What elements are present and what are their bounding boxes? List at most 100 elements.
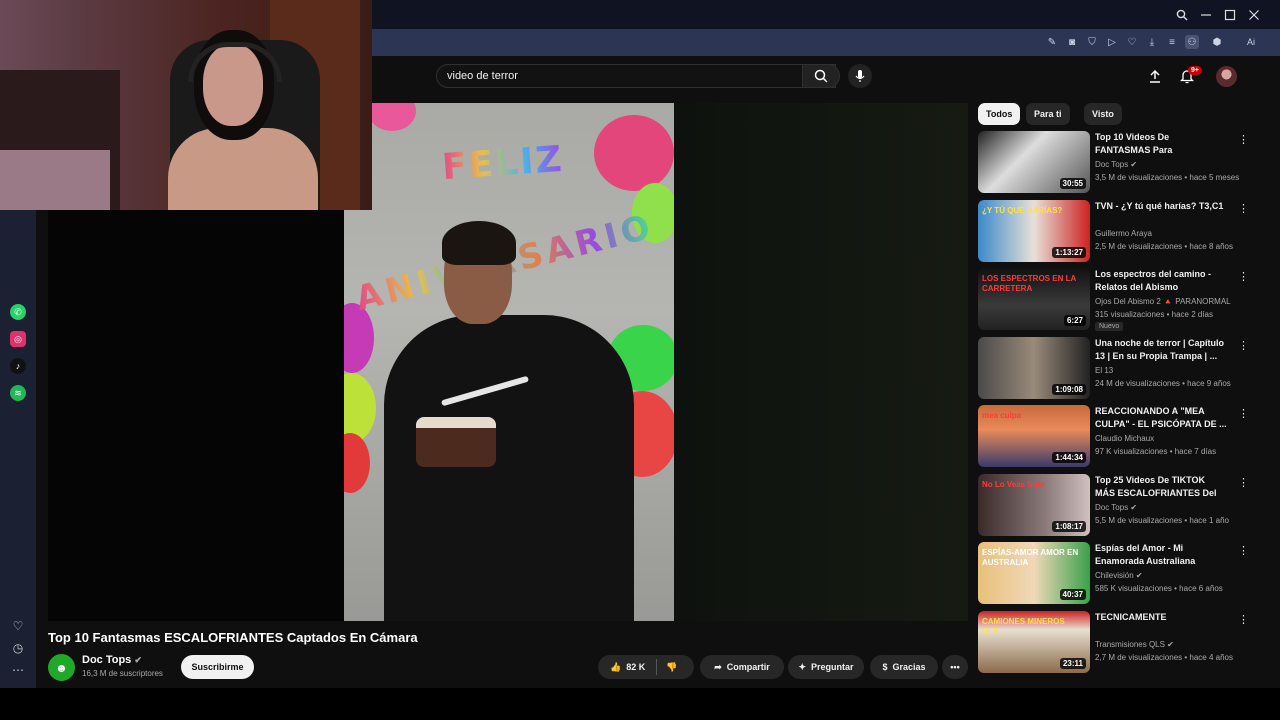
recommendation-channel[interactable]: Chilevisión ✔ <box>1095 571 1143 580</box>
recommendation-channel[interactable]: Ojos Del Abismo 2 🔺 PARANORMAL <box>1095 297 1231 306</box>
recommendation-channel[interactable]: Doc Tops ✔ <box>1095 503 1137 512</box>
recommendation-title[interactable]: Top 10 Videos De FANTASMAS Para ASUSTART… <box>1095 131 1227 157</box>
duration-badge: 1:09:08 <box>1052 384 1086 395</box>
thumbnail-text: LOS ESPECTROS EN LA CARRETERA <box>982 274 1076 293</box>
recommendation-item[interactable]: LOS ESPECTROS EN LA CARRETERA 6:27 Los esp… <box>978 268 1254 331</box>
recommendation-item[interactable]: 1:09:08 Una noche de terror | Capítulo 13… <box>978 337 1254 399</box>
recommendation-title[interactable]: Los espectros del camino - Relatos del A… <box>1095 268 1227 294</box>
duration-badge: 30:55 <box>1059 178 1086 189</box>
more-options-icon[interactable]: ⋮ <box>1238 339 1249 352</box>
balloon <box>594 115 674 191</box>
recommendation-channel[interactable]: Guillermo Araya <box>1095 229 1152 238</box>
video-thumbnail[interactable]: CAMIONES MINEROS QLS 23:11 <box>978 611 1090 673</box>
edit-icon[interactable]: ✎ <box>1045 35 1059 49</box>
video-thumbnail[interactable]: ESPÍAS-AMOR AMOR EN AUSTRALIA 40:37 <box>978 542 1090 604</box>
search-icon[interactable] <box>1173 6 1191 24</box>
maximize-icon[interactable] <box>1221 6 1239 24</box>
more-options-icon[interactable]: ⋮ <box>1238 613 1249 626</box>
subscribe-button[interactable]: Suscribirme <box>181 655 254 679</box>
video-frame[interactable]: FELIZ ANIVERSARIO <box>344 103 674 621</box>
recommendation-item[interactable]: No Lo Veas Solo 1:08:17 Top 25 Videos De T… <box>978 474 1254 536</box>
search-bar[interactable]: video de terror ✕ <box>436 64 836 88</box>
user-avatar[interactable] <box>1216 66 1237 87</box>
share-label: Compartir <box>726 662 770 672</box>
recommendation-item[interactable]: ¿Y TÚ QUÉ HARÍAS? 1:13:27 TVN - ¿Y tú qué … <box>978 200 1254 262</box>
recommendation-meta: 97 K visualizaciones • hace 7 días <box>1095 447 1217 456</box>
recommendation-title[interactable]: Espías del Amor - Mi Enamorada Australia… <box>1095 542 1227 568</box>
video-thumbnail[interactable]: mea culpa 1:44:34 <box>978 405 1090 467</box>
more-options-icon[interactable]: ⋮ <box>1238 270 1249 283</box>
like-icon[interactable]: 👍 <box>610 662 621 673</box>
shield-icon[interactable]: ⛉ <box>1085 35 1099 49</box>
more-options-icon[interactable]: ⋮ <box>1238 407 1249 420</box>
like-count[interactable]: 82 K <box>626 662 645 672</box>
channel-avatar[interactable]: ☻ <box>48 654 75 681</box>
channel-name[interactable]: Doc Tops ✔ <box>82 654 142 666</box>
share-button[interactable]: ➦ Compartir <box>700 655 784 679</box>
video-thumbnail[interactable]: LOS ESPECTROS EN LA CARRETERA 6:27 <box>978 268 1090 330</box>
thumbnail-text: No Lo Veas Solo <box>982 480 1045 489</box>
more-options-icon[interactable]: ⋮ <box>1238 133 1249 146</box>
search-input[interactable]: video de terror <box>447 70 518 82</box>
heart-icon[interactable]: ♡ <box>10 618 26 634</box>
chip-todos[interactable]: Todos <box>978 103 1021 125</box>
thumbnail-text: ESPÍAS-AMOR AMOR EN AUSTRALIA <box>982 548 1079 567</box>
duration-badge: 1:08:17 <box>1052 521 1086 532</box>
whatsapp-icon[interactable]: ✆ <box>10 304 26 320</box>
thanks-button[interactable]: $ Gracias <box>870 655 938 679</box>
recommendation-channel[interactable]: Transmisiones QLS ✔ <box>1095 640 1174 649</box>
more-options-icon[interactable]: ⋮ <box>1238 476 1249 489</box>
instagram-icon[interactable]: ◎ <box>10 331 26 347</box>
chip-visto[interactable]: Visto <box>1084 103 1122 125</box>
webcam-overlay <box>0 0 372 210</box>
recommendation-item[interactable]: mea culpa 1:44:34 REACCIONANDO A "MEA CULP… <box>978 405 1254 467</box>
recommendation-item[interactable]: ESPÍAS-AMOR AMOR EN AUSTRALIA 40:37 Espías… <box>978 542 1254 604</box>
upload-icon[interactable] <box>1145 66 1165 86</box>
recommendation-title[interactable]: TVN - ¿Y tú qué harías? T3,C1 <box>1095 200 1227 213</box>
microphone-icon[interactable] <box>848 64 872 88</box>
recommendation-title[interactable]: REACCIONANDO A "MEA CULPA" - EL PSICÓPAT… <box>1095 405 1227 431</box>
chip-para-ti[interactable]: Para ti <box>1026 103 1070 125</box>
more-actions-button[interactable]: ••• <box>942 655 968 679</box>
recommendation-title[interactable]: Top 25 Videos De TIKTOK MÁS ESCALOFRIANT… <box>1095 474 1227 500</box>
heart-icon[interactable]: ♡ <box>1125 35 1139 49</box>
recommendation-title[interactable]: Una noche de terror | Capítulo 13 | En s… <box>1095 337 1227 363</box>
tiktok-icon[interactable]: ♪ <box>10 358 26 374</box>
video-thumbnail[interactable]: ¿Y TÚ QUÉ HARÍAS? 1:13:27 <box>978 200 1090 262</box>
search-button[interactable] <box>802 64 840 88</box>
video-thumbnail[interactable]: No Lo Veas Solo 1:08:17 <box>978 474 1090 536</box>
minimize-icon[interactable] <box>1197 6 1215 24</box>
video-thumbnail[interactable]: 1:09:08 <box>978 337 1090 399</box>
recommendation-title[interactable]: TECNICAMENTE <box>1095 611 1227 624</box>
person-hair <box>442 221 516 265</box>
extension-icon[interactable]: ⬢ <box>1210 35 1224 49</box>
more-icon[interactable]: ⋯ <box>10 662 26 678</box>
history-icon[interactable]: ◷ <box>10 640 26 656</box>
spotify-icon[interactable]: ≋ <box>10 385 26 401</box>
person-body <box>384 315 634 621</box>
channel-name-text[interactable]: Doc Tops <box>82 654 131 666</box>
download-icon[interactable]: ⤓ <box>1145 35 1159 49</box>
profile-icon[interactable]: ⚇ <box>1185 35 1199 49</box>
recommendation-channel[interactable]: Claudio Michaux <box>1095 434 1154 443</box>
video-thumbnail[interactable]: 30:55 <box>978 131 1090 193</box>
ask-button[interactable]: ✦ Preguntar <box>788 655 864 679</box>
recommendation-item[interactable]: CAMIONES MINEROS QLS 23:11 TECNICAMENTE Tra… <box>978 611 1254 673</box>
recommendation-item[interactable]: 30:55 Top 10 Videos De FANTASMAS Para ASU… <box>978 131 1254 193</box>
dislike-icon[interactable]: 👎 <box>666 662 677 673</box>
recommendation-channel[interactable]: El 13 <box>1095 366 1113 375</box>
play-icon[interactable]: ▷ <box>1105 35 1119 49</box>
video-title: Top 10 Fantasmas ESCALOFRIANTES Captados… <box>48 630 418 645</box>
ai-button[interactable]: Ai <box>1238 35 1264 49</box>
webcam-shoulders <box>168 128 318 210</box>
more-options-icon[interactable]: ⋮ <box>1238 544 1249 557</box>
list-icon[interactable]: ≡ <box>1165 35 1179 49</box>
camera-icon[interactable]: ◙ <box>1065 35 1079 49</box>
page-scrollbar[interactable] <box>1264 56 1272 688</box>
balloon <box>344 433 370 493</box>
close-icon[interactable] <box>1245 6 1263 24</box>
recommendation-meta: 2,7 M de visualizaciones • hace 4 años <box>1095 653 1233 662</box>
more-options-icon[interactable]: ⋮ <box>1238 202 1249 215</box>
duration-badge: 40:37 <box>1059 589 1086 600</box>
recommendation-channel[interactable]: Doc Tops ✔ <box>1095 160 1137 169</box>
